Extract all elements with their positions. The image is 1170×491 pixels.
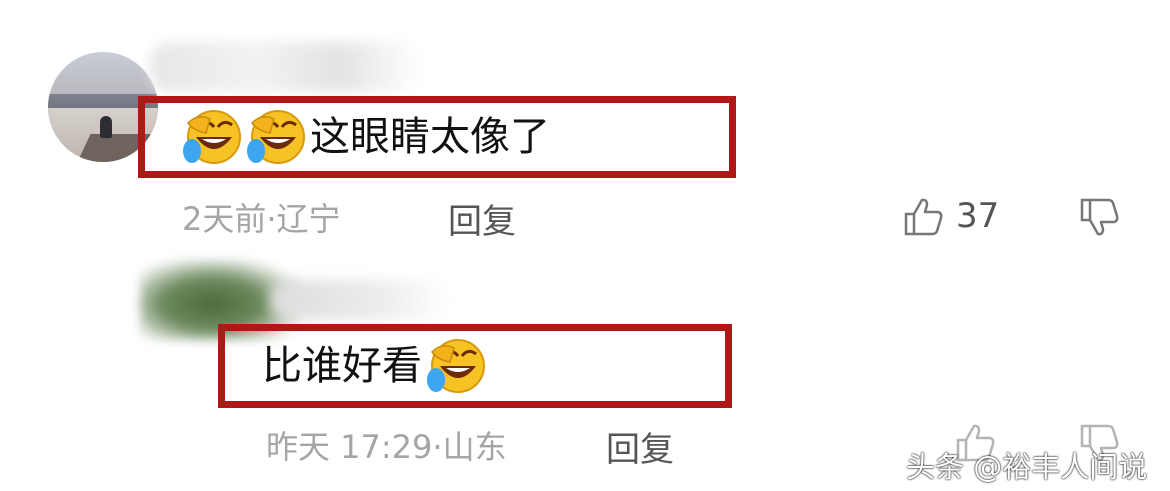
watermark-text: 头条 @裕丰人间说 [906, 450, 1148, 484]
blurred-username[interactable] [270, 280, 450, 320]
meta-separator: · [266, 200, 277, 238]
comment-text: 比谁好看 [262, 343, 422, 389]
laughing-crying-emoji-icon [427, 339, 485, 393]
blurred-username[interactable] [150, 42, 420, 92]
comment-text: 这眼睛太像了 [310, 114, 550, 160]
comment-time: 昨天 17:29 [266, 428, 433, 466]
meta-separator: · [432, 428, 443, 466]
comment-location: 辽宁 [276, 200, 341, 238]
thumbs-up-icon[interactable] [902, 196, 944, 238]
laughing-crying-emoji-icon [247, 110, 305, 164]
comment-body: 这眼睛太像了 [182, 108, 550, 166]
reply-button[interactable]: 回复 [448, 194, 516, 243]
comment-body: 比谁好看 [262, 337, 486, 395]
comment-time: 2天前 [182, 200, 267, 238]
comment-meta: 2天前·辽宁 [182, 194, 341, 240]
laughing-crying-emoji-icon [183, 110, 241, 164]
thumbs-down-icon[interactable] [1078, 196, 1120, 238]
reply-button[interactable]: 回复 [606, 422, 674, 471]
comment-meta: 昨天 17:29·山东 [266, 422, 507, 468]
like-count: 37 [956, 196, 1000, 236]
comment-location: 山东 [442, 428, 507, 466]
